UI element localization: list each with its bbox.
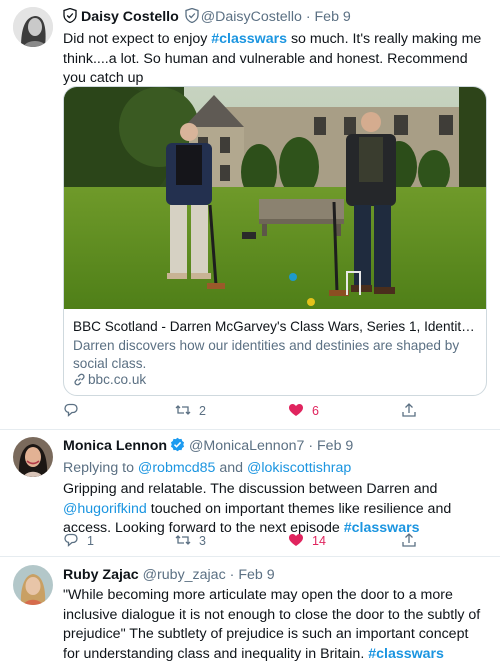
retweet-count: 3 <box>199 534 206 548</box>
share-icon <box>401 402 417 421</box>
share-button[interactable] <box>401 401 417 421</box>
reply-icon <box>63 402 79 421</box>
avatar[interactable] <box>13 7 53 47</box>
link-card[interactable]: BBC Scotland - Darren McGarvey's Class W… <box>63 86 487 396</box>
link-icon <box>73 373 86 389</box>
tweet-actions: 1 3 14 <box>63 531 423 551</box>
tweet-actions: 2 6 <box>63 401 423 421</box>
card-image <box>64 87 486 309</box>
tweet-date[interactable]: Feb 9 <box>238 567 274 583</box>
separator: · <box>305 9 311 25</box>
share-button[interactable] <box>401 531 417 551</box>
card-link-domain[interactable]: bbc.co.uk <box>88 372 146 387</box>
author-name[interactable]: Daisy Costello <box>81 9 179 25</box>
like-button[interactable]: 6 <box>288 401 319 421</box>
hashtag-link[interactable]: #classwars <box>368 646 444 662</box>
retweet-icon <box>175 402 191 421</box>
text-segment: Did not expect to enjoy <box>63 31 212 47</box>
tweet-ruby[interactable]: Ruby Zajac @ruby_zajac · Feb 9 "While be… <box>0 557 500 662</box>
tweet-text: "While becoming more articulate may open… <box>63 586 486 664</box>
author-name[interactable]: Monica Lennon <box>63 438 167 454</box>
separator: · <box>308 438 314 454</box>
avatar[interactable] <box>13 437 53 477</box>
reply-button[interactable] <box>63 401 87 421</box>
reply-count: 1 <box>87 534 94 548</box>
mention-link[interactable]: @robmcd85 <box>138 460 216 476</box>
tweet-text: Gripping and relatable. The discussion b… <box>63 480 486 539</box>
mention-link[interactable]: @hugorifkind <box>63 501 147 517</box>
shield-verified-icon <box>185 7 199 28</box>
share-icon <box>401 532 417 551</box>
like-count: 14 <box>312 534 326 548</box>
tweet-date[interactable]: Feb 9 <box>317 438 353 454</box>
retweet-button[interactable]: 2 <box>175 401 206 421</box>
tweet-date[interactable]: Feb 9 <box>315 9 351 25</box>
author-handle[interactable]: @MonicaLennon7 <box>189 438 304 454</box>
shield-verified-icon <box>63 7 77 28</box>
retweet-button[interactable]: 3 <box>175 531 206 551</box>
tweet-daisy[interactable]: Daisy Costello @DaisyCostello · Feb 9 Di… <box>0 0 500 430</box>
author-handle[interactable]: @DaisyCostello <box>201 9 302 25</box>
replying-and: and <box>215 460 247 476</box>
card-title[interactable]: BBC Scotland - Darren McGarvey's Class W… <box>73 319 477 334</box>
text-segment: Gripping and relatable. The discussion b… <box>63 481 438 497</box>
like-count: 6 <box>312 404 319 418</box>
author-name[interactable]: Ruby Zajac <box>63 567 139 583</box>
verified-badge-icon <box>170 437 185 457</box>
card-link[interactable]: bbc.co.uk <box>73 372 146 389</box>
hashtag-link[interactable]: #classwars <box>211 31 287 47</box>
tweet-monica[interactable]: Monica Lennon @MonicaLennon7 · Feb 9 Rep… <box>0 429 500 557</box>
tweet-text: Did not expect to enjoy #classwars so mu… <box>63 30 486 89</box>
heart-icon <box>288 402 304 421</box>
replying-to: Replying to @robmcd85 and @lokiscottishr… <box>63 459 486 478</box>
mention-link[interactable]: @lokiscottishrap <box>247 460 351 476</box>
separator: · <box>229 567 235 583</box>
card-description: Darren discovers how our identities and … <box>73 338 460 371</box>
reply-icon <box>63 532 79 551</box>
retweet-count: 2 <box>199 404 206 418</box>
like-button[interactable]: 14 <box>288 531 326 551</box>
avatar[interactable] <box>13 565 53 605</box>
retweet-icon <box>175 532 191 551</box>
author-handle[interactable]: @ruby_zajac <box>143 567 226 583</box>
reply-button[interactable]: 1 <box>63 531 94 551</box>
replying-prefix: Replying to <box>63 460 138 476</box>
heart-icon <box>288 532 304 551</box>
